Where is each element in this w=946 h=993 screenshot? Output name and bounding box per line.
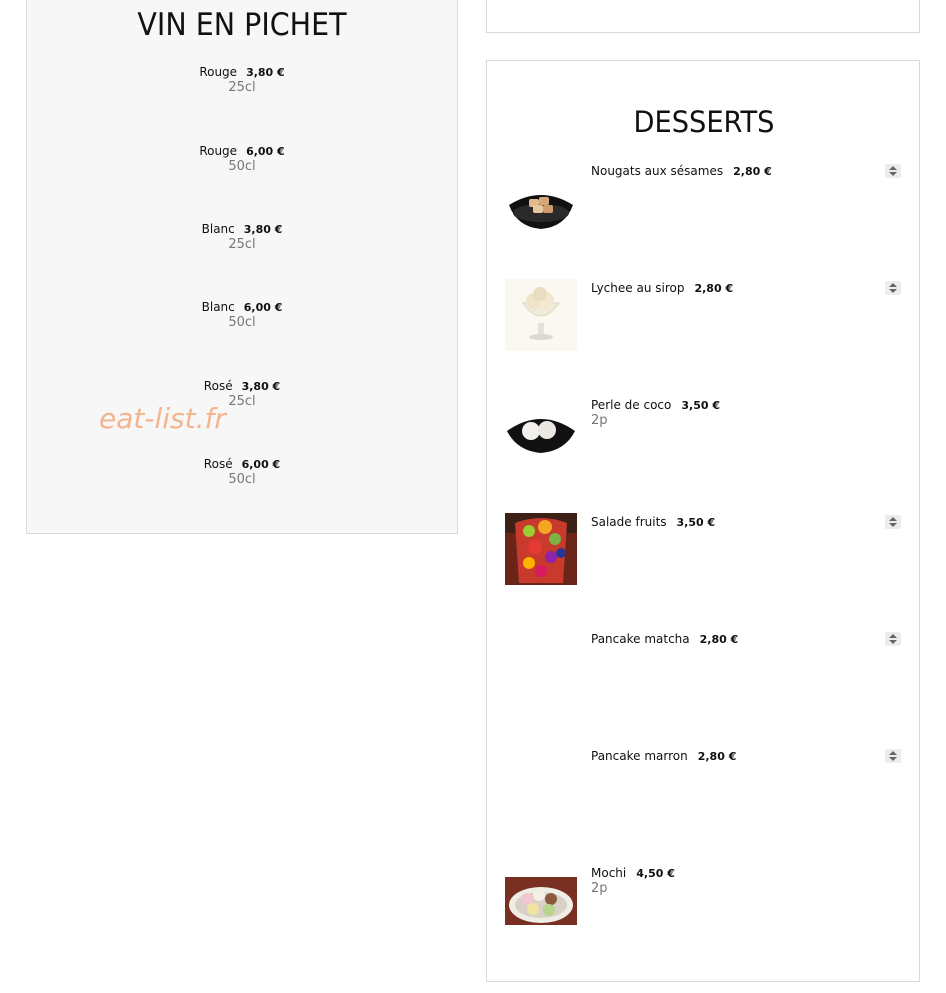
dessert-price: 3,50 € (681, 399, 720, 412)
lychee-photo (505, 279, 577, 351)
dessert-price: 2,80 € (694, 282, 734, 295)
wine-item: Rouge 3,80 € 25cl (27, 65, 457, 96)
dessert-item: Nougats aux sésames 2,80 € (487, 164, 919, 247)
dessert-name: Nougats aux sésames (591, 164, 724, 178)
wine-price: 3,80 € (246, 66, 285, 79)
wine-name: Blanc (201, 222, 235, 236)
fruit-salad-photo (505, 513, 577, 585)
desserts-title: DESSERTS (633, 105, 775, 139)
dessert-item: Salade fruits 3,50 € (487, 513, 919, 595)
wine-item: Blanc 3,80 € 25cl (27, 222, 457, 253)
wine-volume: 50cl (228, 472, 256, 487)
dessert-name: Salade fruits (591, 515, 667, 529)
wine-item: Rosé 6,00 € 50cl (27, 457, 457, 488)
wine-item: Blanc 6,00 € 50cl (27, 300, 457, 331)
wine-volume: 25cl (228, 394, 256, 409)
dessert-portion: 2p (591, 413, 608, 428)
wine-volume: 50cl (228, 159, 256, 174)
dessert-price: 2,80 € (733, 165, 772, 178)
wine-price: 6,00 € (246, 145, 285, 158)
wine-price: 6,00 € (241, 458, 281, 471)
quantity-stepper[interactable] (885, 749, 901, 763)
dessert-name: Lychee au sirop (591, 281, 685, 295)
wine-name: Rouge (199, 65, 238, 79)
nougat-photo (505, 175, 577, 247)
dessert-name: Mochi (591, 866, 627, 880)
wine-item: Rosé 3,80 € 25cl (27, 379, 457, 410)
quantity-stepper[interactable] (885, 632, 901, 646)
desserts-panel: DESSERTS Nougats aux sésames 2,80 € Lych… (486, 60, 920, 982)
watermark: eat-list.fr (99, 402, 226, 435)
wine-price: 6,00 € (243, 301, 283, 314)
dessert-price: 4,50 € (636, 867, 675, 880)
wine-name: Rosé (203, 457, 233, 471)
dessert-item: Lychee au sirop 2,80 € (487, 279, 919, 361)
dessert-item: Pancake matcha 2,80 € (487, 632, 919, 712)
mochi-photo (505, 877, 577, 925)
wine-volume: 50cl (228, 315, 256, 330)
wine-volume: 25cl (228, 80, 256, 95)
dessert-item: Perle de coco 3,50 € 2p (487, 397, 919, 478)
dessert-name: Pancake matcha (591, 632, 690, 646)
wine-price: 3,80 € (243, 223, 283, 236)
wine-name: Rouge (199, 144, 238, 158)
dessert-portion: 2p (591, 881, 608, 896)
wine-title: VIN EN PICHET (137, 7, 347, 43)
dessert-item: Pancake marron 2,80 € (487, 749, 919, 829)
quantity-stepper[interactable] (885, 515, 901, 529)
dessert-item: Mochi 4,50 € 2p (487, 866, 919, 946)
wine-item: Rouge 6,00 € 50cl (27, 144, 457, 175)
dessert-price: 2,80 € (697, 750, 737, 763)
dessert-price: 2,80 € (699, 633, 739, 646)
dessert-name: Perle de coco (591, 398, 672, 412)
wine-price: 3,80 € (241, 380, 281, 393)
coconut-pearl-photo (505, 397, 577, 469)
wine-panel: VIN EN PICHET Rouge 3,80 € 25cl Rouge 6,00… (26, 0, 458, 534)
quantity-stepper[interactable] (885, 164, 901, 178)
dessert-name: Pancake marron (591, 749, 688, 763)
previous-card (486, 0, 920, 33)
wine-volume: 25cl (228, 237, 256, 252)
quantity-stepper[interactable] (885, 281, 901, 295)
dessert-price: 3,50 € (676, 516, 716, 529)
wine-name: Rosé (203, 379, 233, 393)
wine-name: Blanc (201, 300, 235, 314)
